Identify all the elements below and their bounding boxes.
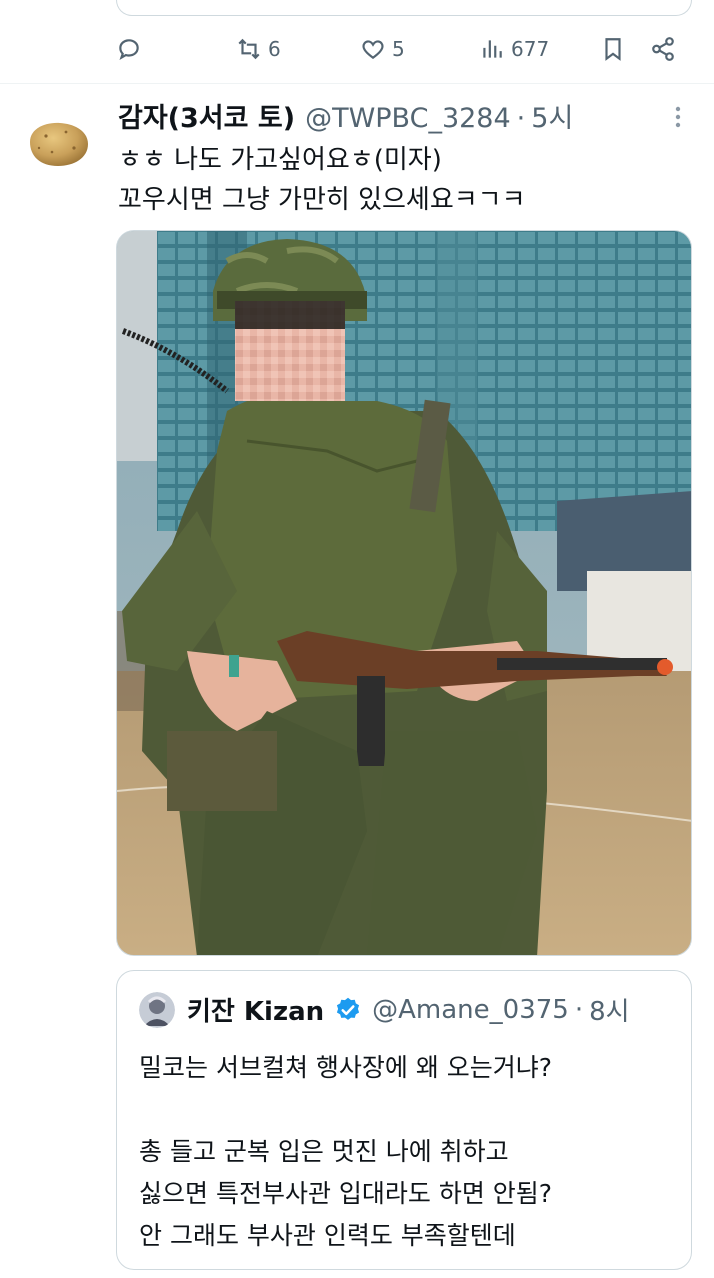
- tweet-photo[interactable]: [116, 230, 692, 956]
- potato-avatar[interactable]: [24, 118, 92, 170]
- author-display-name[interactable]: 감자(3서코 토): [118, 96, 295, 135]
- tweet-text: ㅎㅎ 나도 가고싶어요ㅎ(미자) 꼬우시면 그냥 가만히 있으세요ㅋㄱㅋ: [118, 140, 526, 220]
- views-icon: [483, 40, 502, 58]
- quoted-author-avatar[interactable]: [139, 991, 175, 1028]
- author-handle[interactable]: @TWPBC_3284: [305, 103, 511, 134]
- previous-tweet-action-bar: 6 5 677: [116, 30, 696, 70]
- quoted-text-line: 안 그래도 부사관 인력도 부족할텐데: [139, 1221, 516, 1250]
- tweet-text-line: 꼬우시면 그냥 가만히 있으세요ㅋㄱㅋ: [118, 185, 526, 215]
- quoted-text-blank-line: [139, 1089, 679, 1131]
- more-vertical-icon[interactable]: [670, 104, 686, 130]
- bookmark-icon: [605, 38, 621, 61]
- views-count: 677: [511, 37, 550, 61]
- views-button[interactable]: 677: [479, 36, 549, 62]
- heart-icon: [362, 40, 384, 59]
- reply-icon: [119, 39, 139, 61]
- tweet-time[interactable]: 5시: [531, 96, 573, 135]
- retweet-button[interactable]: 6: [236, 36, 281, 62]
- share-icon: [652, 37, 674, 61]
- verified-badge-icon: [337, 997, 360, 1020]
- quoted-author-display-name[interactable]: 키잔 Kizan: [187, 991, 324, 1028]
- share-button[interactable]: [650, 36, 676, 62]
- quoted-tweet-card[interactable]: 키잔 Kizan @Amane_0375 · 8시 밀코는 서브컬쳐 행사장에 …: [116, 970, 692, 1270]
- tweet-header: 감자(3서코 토) @TWPBC_3284 · 5시: [118, 96, 573, 136]
- quoted-tweet-time[interactable]: 8시: [589, 991, 629, 1028]
- quoted-text-line: 총 들고 군복 입은 멋진 나에 취하고: [139, 1137, 509, 1166]
- soldier-photo: [117, 231, 691, 955]
- like-count: 5: [392, 37, 405, 61]
- tweet-text-line: ㅎㅎ 나도 가고싶어요ㅎ(미자): [118, 145, 442, 175]
- quoted-tweet-text: 밀코는 서브컬쳐 행사장에 왜 오는거냐? 총 들고 군복 입은 멋진 나에 취…: [139, 1047, 679, 1257]
- quoted-author-handle[interactable]: @Amane_0375: [372, 995, 569, 1025]
- like-button[interactable]: 5: [360, 36, 405, 62]
- quoted-tweet-header: 키잔 Kizan @Amane_0375 · 8시: [139, 991, 630, 1028]
- previous-quote-card-bottom: [116, 0, 692, 16]
- tweet-divider: [0, 83, 714, 84]
- retweet-icon: [238, 38, 260, 60]
- quoted-header-separator: ·: [574, 994, 584, 1025]
- bookmark-button[interactable]: [600, 36, 626, 62]
- reply-button[interactable]: [116, 36, 142, 62]
- retweet-count: 6: [268, 37, 281, 61]
- header-separator: ·: [516, 103, 526, 134]
- quoted-text-line: 밀코는 서브컬쳐 행사장에 왜 오는거냐?: [139, 1053, 553, 1082]
- quoted-text-line: 싫으면 특전부사관 입대라도 하면 안됨?: [139, 1179, 553, 1208]
